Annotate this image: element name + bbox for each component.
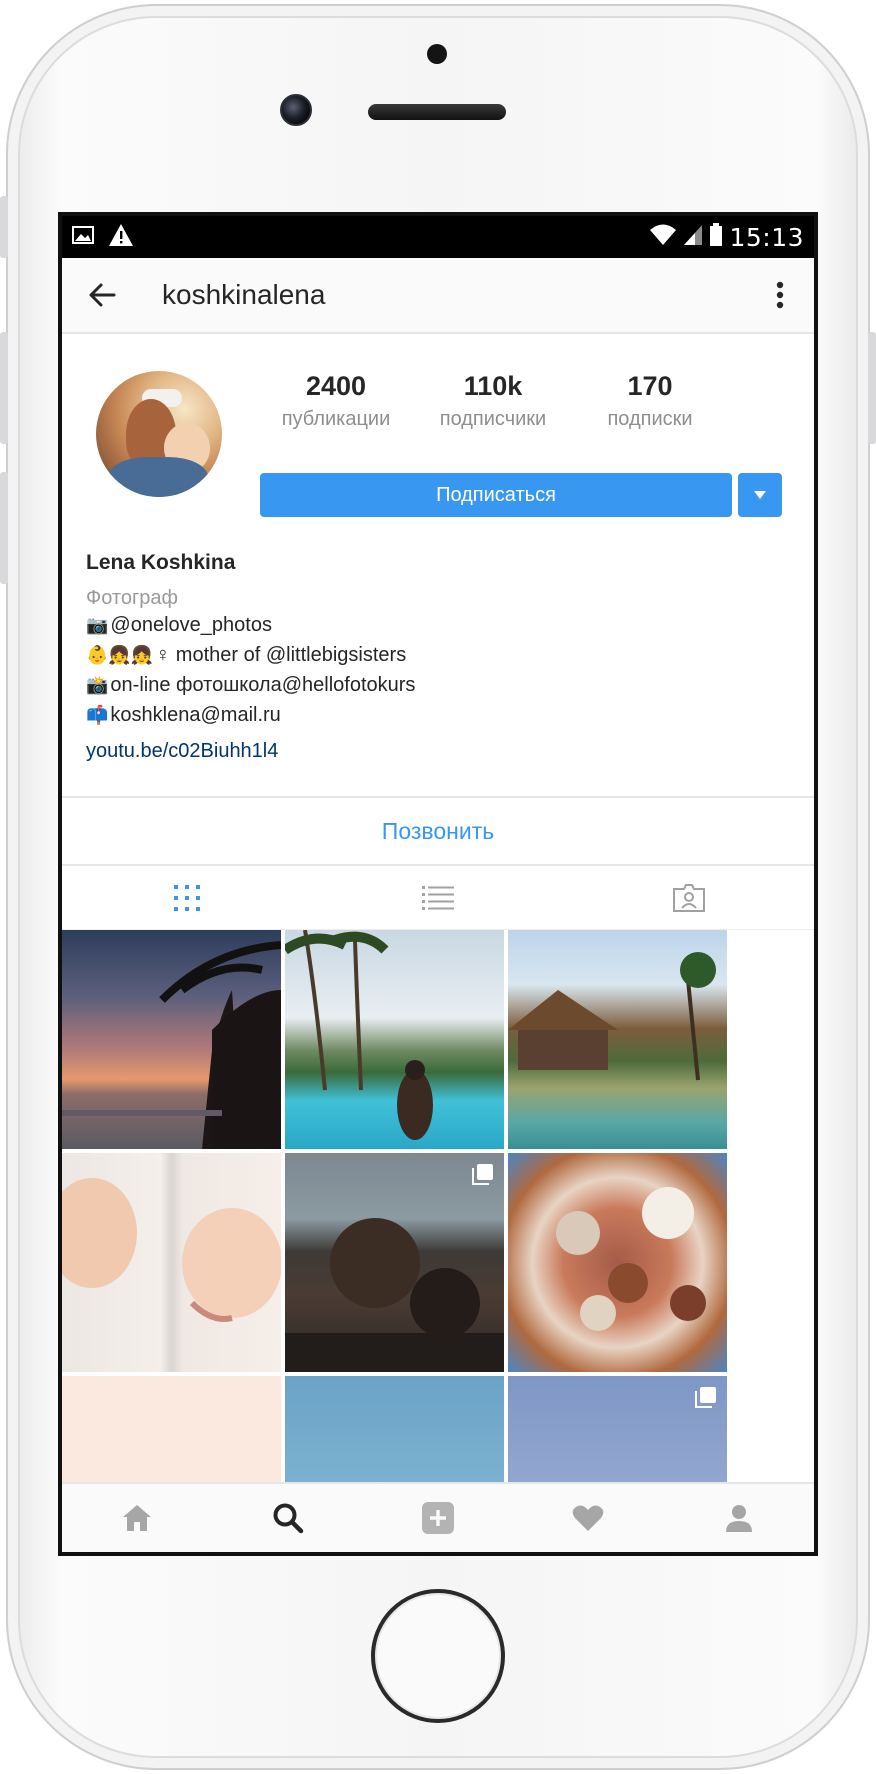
avatar[interactable] bbox=[96, 371, 222, 497]
bio-line: 👶👧👧 ♀ mother of @littlebigsisters bbox=[86, 640, 790, 670]
nav-add-post[interactable] bbox=[363, 1484, 513, 1552]
status-time: 15:13 bbox=[729, 222, 804, 252]
profile-header: 2400 публикации 110k подписчики 170 подп… bbox=[62, 334, 814, 524]
profile-icon bbox=[725, 1505, 752, 1532]
stat-value: 2400 bbox=[305, 371, 367, 401]
warning-icon bbox=[108, 223, 134, 252]
wifi-icon bbox=[649, 223, 677, 252]
photo-sleeping-baby bbox=[62, 1178, 281, 1322]
posts-stat: 2400 публикации bbox=[258, 370, 414, 431]
children-emoji-icon: 👶👧👧 bbox=[86, 645, 154, 665]
more-options-button[interactable] bbox=[752, 265, 808, 325]
mailbox-emoji-icon: 📫 bbox=[86, 705, 109, 725]
battery-icon bbox=[709, 222, 723, 252]
status-bar: 15:13 bbox=[62, 216, 814, 258]
app-bar: koshkinalena bbox=[62, 258, 814, 334]
profile-stats: 2400 публикации 110k подписчики 170 подп… bbox=[258, 370, 728, 431]
follow-button[interactable]: Подписаться bbox=[260, 473, 732, 517]
following-stat[interactable]: 170 подписки bbox=[572, 370, 728, 431]
screen: 15:13 koshkinalena 2400 публикации 110k … bbox=[58, 212, 818, 1556]
home-icon bbox=[123, 1505, 152, 1531]
power-button bbox=[868, 332, 876, 444]
page-title: koshkinalena bbox=[162, 279, 326, 310]
photo-villa-pool bbox=[508, 952, 716, 1081]
camera-flash-emoji-icon: 📸 bbox=[86, 675, 109, 695]
tagged-photos-icon bbox=[672, 883, 705, 912]
heart-icon bbox=[573, 1505, 604, 1531]
profile-name: Lena Koshkina bbox=[86, 551, 236, 574]
more-vertical-icon bbox=[776, 281, 784, 309]
add-post-icon bbox=[422, 1502, 455, 1534]
bio-text[interactable]: @onelove_photos bbox=[110, 610, 272, 640]
profile-link[interactable]: youtu.be/c02Biuhh1l4 bbox=[86, 736, 790, 766]
mute-switch bbox=[0, 196, 8, 258]
grid-view-icon bbox=[174, 884, 201, 911]
photo-tile[interactable] bbox=[62, 930, 281, 1149]
bio-text[interactable]: on-line фотошкола@hellofotokurs bbox=[110, 670, 415, 700]
photo-tile[interactable] bbox=[285, 930, 504, 1149]
volume-down-button bbox=[0, 472, 8, 584]
stat-value: 170 bbox=[627, 371, 673, 401]
bio-text[interactable]: ♀ mother of @littlebigsisters bbox=[155, 640, 406, 670]
tab-grid[interactable] bbox=[62, 866, 313, 929]
multiple-photos-icon bbox=[472, 1164, 493, 1185]
photo-pool-palms bbox=[285, 930, 433, 1140]
nav-search[interactable] bbox=[212, 1484, 362, 1552]
list-view-icon bbox=[422, 885, 454, 910]
nav-profile[interactable] bbox=[664, 1484, 814, 1552]
camera-emoji-icon: 📷 bbox=[86, 615, 109, 635]
followers-stat[interactable]: 110k подписчики bbox=[415, 370, 571, 431]
photo-sunset-palm bbox=[62, 941, 281, 1149]
image-icon bbox=[72, 224, 94, 251]
photo-grid bbox=[62, 930, 814, 1552]
bio-line: 📸 on-line фотошкола@hellofotokurs bbox=[86, 670, 790, 700]
photo-dessert-bowl bbox=[556, 1187, 706, 1331]
home-button[interactable] bbox=[371, 1589, 505, 1723]
front-camera bbox=[280, 94, 312, 126]
bottom-nav bbox=[62, 1482, 814, 1552]
tab-list[interactable] bbox=[313, 866, 564, 929]
stat-label: подписчики bbox=[439, 408, 547, 430]
back-button[interactable] bbox=[70, 263, 134, 327]
arrow-left-icon bbox=[89, 283, 116, 307]
volume-up-button bbox=[0, 332, 8, 444]
profile-category: Фотограф bbox=[86, 587, 178, 609]
call-button[interactable]: Позвонить bbox=[382, 818, 494, 845]
proximity-sensor bbox=[427, 44, 447, 64]
photo-tile[interactable] bbox=[508, 930, 727, 1149]
bio-text: koshklena@mail.ru bbox=[110, 704, 281, 726]
stat-label: подписки bbox=[607, 408, 693, 430]
earpiece-speaker bbox=[368, 104, 506, 120]
search-icon bbox=[273, 1503, 303, 1534]
multiple-photos-icon bbox=[695, 1387, 716, 1408]
photo-tile[interactable] bbox=[62, 1153, 281, 1372]
tab-tagged[interactable] bbox=[563, 866, 814, 929]
nav-home[interactable] bbox=[62, 1484, 212, 1552]
follow-actions: Подписаться bbox=[260, 473, 782, 517]
photo-tile[interactable] bbox=[285, 1153, 504, 1372]
photo-mother-daughter bbox=[285, 1218, 504, 1372]
stat-value: 110k bbox=[463, 371, 523, 401]
call-row: Позвонить bbox=[62, 796, 814, 866]
photo-tile[interactable] bbox=[508, 1153, 727, 1372]
stat-label: публикации bbox=[281, 408, 391, 430]
bio-line: 📷 @onelove_photos bbox=[86, 610, 790, 640]
bio-line: 📫 koshklena@mail.ru bbox=[86, 700, 790, 730]
caret-down-icon bbox=[754, 491, 766, 499]
nav-activity[interactable] bbox=[513, 1484, 663, 1552]
signal-icon bbox=[683, 223, 703, 252]
view-tabs bbox=[62, 866, 814, 930]
suggestions-dropdown-button[interactable] bbox=[738, 473, 782, 517]
profile-bio: Lena Koshkina Фотограф 📷 @onelove_photos … bbox=[62, 550, 814, 766]
